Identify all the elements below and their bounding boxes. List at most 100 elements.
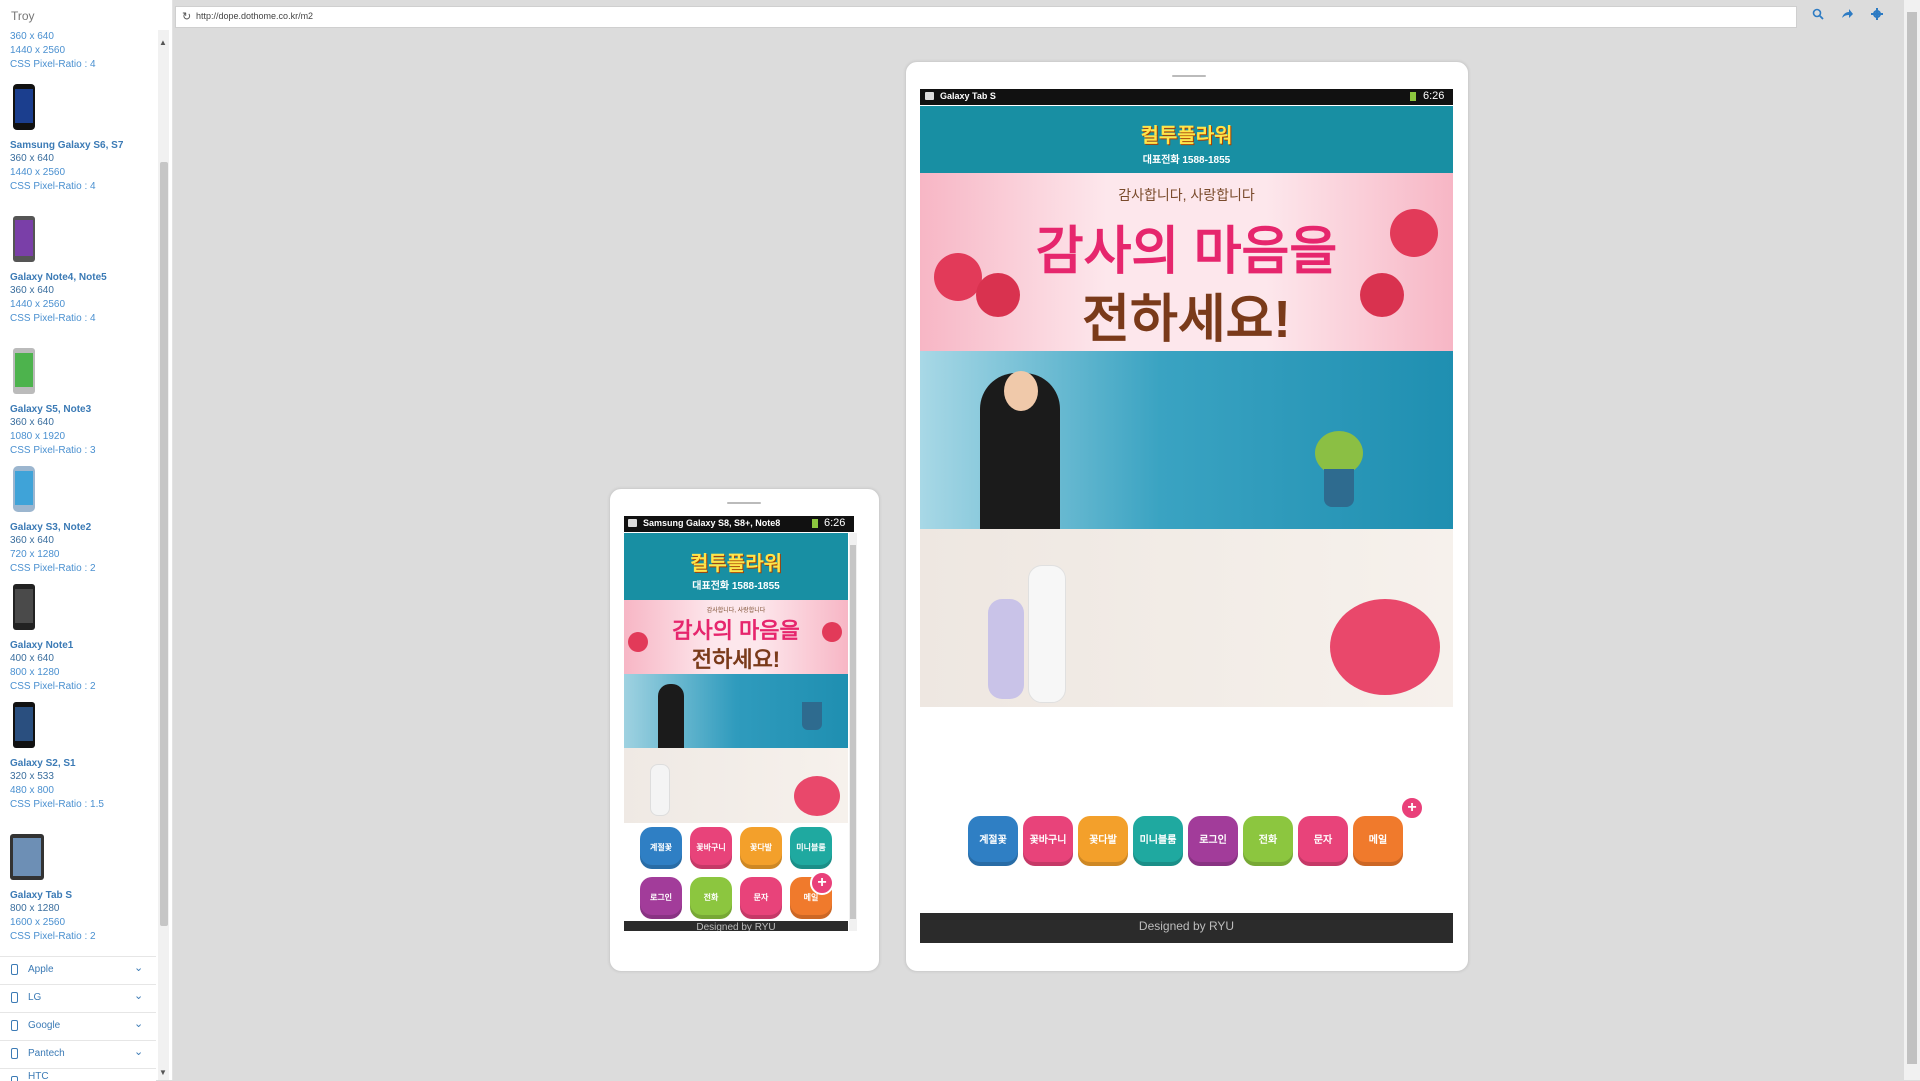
device-galaxy-s5-note3[interactable]: Galaxy S5, Note3 360 x 640 1080 x 1920 C… (10, 348, 150, 458)
menu-row: 계절꽃 꽃바구니 꽃다발 미니블룸 로그인 전화 문자 메일 + (920, 796, 1453, 866)
scroll-down-icon[interactable]: ▼ (159, 1068, 167, 1077)
search-icon[interactable] (1812, 8, 1824, 23)
menu-button[interactable]: 미니블룸 (1133, 816, 1183, 866)
device-spec: CSS Pixel-Ratio : 1.5 (10, 799, 104, 810)
device-spec: 1080 x 1920 (10, 431, 66, 442)
battery-icon (812, 519, 818, 528)
device-galaxy-note1[interactable]: Galaxy Note1 400 x 640 800 x 1280 CSS Pi… (10, 584, 150, 694)
phone-scrollbar-thumb[interactable] (850, 545, 856, 919)
device-galaxy-tab-s[interactable]: Galaxy Tab S 800 x 1280 1600 x 2560 CSS … (10, 834, 150, 944)
device-name: Samsung Galaxy S6, S7 (10, 140, 124, 151)
graduation-banner[interactable] (624, 674, 848, 748)
device-spec: 360 x 640 (10, 535, 54, 546)
menu-button[interactable]: 메일 (1353, 816, 1403, 866)
proposal-banner[interactable] (920, 529, 1453, 707)
chevron-down-icon: ⌄ (134, 1046, 144, 1058)
battery-icon (1410, 92, 1416, 101)
category-label: Pantech (28, 1048, 65, 1059)
device-galaxy-s6-s7[interactable]: Samsung Galaxy S6, S7 360 x 640 1440 x 2… (10, 84, 150, 194)
menu-button[interactable]: 계절꽃 (968, 816, 1018, 866)
menu-button[interactable]: 계절꽃 (640, 827, 682, 869)
scroll-up-icon[interactable]: ▲ (159, 38, 167, 47)
gear-icon[interactable] (1871, 8, 1883, 23)
phone-number[interactable]: 대표전화 1588-1855 (624, 577, 848, 592)
url-input[interactable]: http://dope.dothome.co.kr/m2 (196, 11, 313, 21)
device-spec: CSS Pixel-Ratio : 2 (10, 681, 96, 692)
url-bar[interactable]: ↻ http://dope.dothome.co.kr/m2 (175, 6, 1797, 28)
menu-button[interactable]: 문자 (1298, 816, 1348, 866)
chevron-down-icon: ⌄ (134, 1018, 144, 1030)
phone-icon (11, 1020, 18, 1031)
flower-pot-icon (1324, 469, 1354, 507)
category-google[interactable]: Google ⌄ (0, 1012, 156, 1040)
flower-pot-icon (802, 702, 822, 730)
device-spec: CSS Pixel-Ratio : 2 (10, 931, 96, 942)
site-logo[interactable]: 컬투플라워 (624, 547, 848, 576)
site-footer: Designed by RYU (920, 913, 1453, 943)
device-spec: 400 x 640 (10, 653, 54, 664)
device-name: Galaxy S2, S1 (10, 758, 76, 769)
chevron-down-icon: ⌄ (134, 990, 144, 1002)
tablet-preview-frame: Galaxy Tab S 6:26 컬투플라워 대표전화 1588-1855 감… (905, 61, 1469, 972)
menu-button[interactable]: 로그인 (640, 877, 682, 919)
menu-button[interactable]: 꽃다발 (1078, 816, 1128, 866)
device-galaxy-s3-note2[interactable]: Galaxy S3, Note2 360 x 640 720 x 1280 CS… (10, 466, 150, 576)
device-spec: CSS Pixel-Ratio : 4 (10, 59, 96, 70)
plus-icon[interactable]: + (1400, 796, 1424, 820)
menu-button[interactable]: 전화 (690, 877, 732, 919)
status-bar: Samsung Galaxy S8, S8+, Note8 6:26 (624, 516, 854, 532)
menu-button[interactable]: 로그인 (1188, 816, 1238, 866)
category-label: Google (28, 1020, 61, 1031)
banner-line2: 전하세요! (691, 647, 781, 672)
sidebar-scrollbar-thumb[interactable] (160, 162, 168, 926)
device-galaxy-s2-s1[interactable]: Galaxy S2, S1 320 x 533 480 x 800 CSS Pi… (10, 702, 150, 812)
sidebar-title: Troy (11, 9, 35, 23)
device-spec: 360 x 640 (10, 31, 54, 42)
clock: 6:26 (824, 517, 846, 529)
device-spec: 360 x 640 (10, 153, 54, 164)
device-spec: 1600 x 2560 (10, 917, 66, 928)
graduate-face (1004, 371, 1038, 411)
device-name: Galaxy Note4, Note5 (10, 272, 107, 283)
category-apple[interactable]: Apple ⌄ (0, 956, 156, 984)
menu-button[interactable]: 미니블룸 (790, 827, 832, 869)
device-spec: 720 x 1280 (10, 549, 60, 560)
thanks-banner[interactable]: 감사합니다, 사랑합니다 감사의 마음을 전하세요! (624, 600, 848, 674)
thanks-banner[interactable]: 감사합니다, 사랑합니다 감사의 마음을 전하세요! (920, 173, 1453, 351)
phone-thumbnail-icon (13, 466, 35, 512)
carnation-icon (628, 632, 648, 652)
menu-button[interactable]: 전화 (1243, 816, 1293, 866)
page-scrollbar-thumb[interactable] (1907, 12, 1917, 1064)
graduation-banner[interactable] (920, 351, 1453, 529)
device-sidebar: Troy 360 x 640 1440 x 2560 CSS Pixel-Rat… (0, 0, 173, 1081)
site-header: 컬투플라워 대표전화 1588-1855 (920, 106, 1453, 173)
share-icon[interactable] (1841, 8, 1853, 23)
speaker-slot (727, 502, 761, 504)
category-lg[interactable]: LG ⌄ (0, 984, 156, 1012)
refresh-icon[interactable]: ↻ (182, 10, 191, 23)
menu-button[interactable]: 꽃바구니 (1023, 816, 1073, 866)
device-spec: 1440 x 2560 (10, 45, 66, 56)
category-pantech[interactable]: Pantech ⌄ (0, 1040, 156, 1068)
woman-figure (1028, 565, 1066, 703)
carnation-icon (934, 253, 982, 301)
phone-number[interactable]: 대표전화 1588-1855 (920, 151, 1453, 166)
menu-button[interactable]: 꽃바구니 (690, 827, 732, 869)
rose-bouquet-icon (1330, 599, 1440, 695)
device-partial[interactable]: 360 x 640 1440 x 2560 CSS Pixel-Ratio : … (10, 30, 150, 72)
category-htc[interactable]: HTC (0, 1068, 156, 1081)
carnation-icon (822, 622, 842, 642)
tablet-thumbnail-icon (10, 834, 44, 880)
carnation-icon (976, 273, 1020, 317)
device-spec: 800 x 1280 (10, 667, 60, 678)
menu-button[interactable]: 꽃다발 (740, 827, 782, 869)
proposal-banner[interactable] (624, 748, 848, 823)
site-footer: Designed by RYU (624, 921, 848, 931)
device-galaxy-note4-note5[interactable]: Galaxy Note4, Note5 360 x 640 1440 x 256… (10, 216, 150, 326)
menu-button[interactable]: 문자 (740, 877, 782, 919)
device-spec: CSS Pixel-Ratio : 3 (10, 445, 96, 456)
site-logo[interactable]: 컬투플라워 (920, 119, 1453, 148)
plus-icon[interactable]: + (810, 871, 834, 895)
category-label: Apple (28, 964, 54, 975)
camera-icon (925, 92, 934, 100)
